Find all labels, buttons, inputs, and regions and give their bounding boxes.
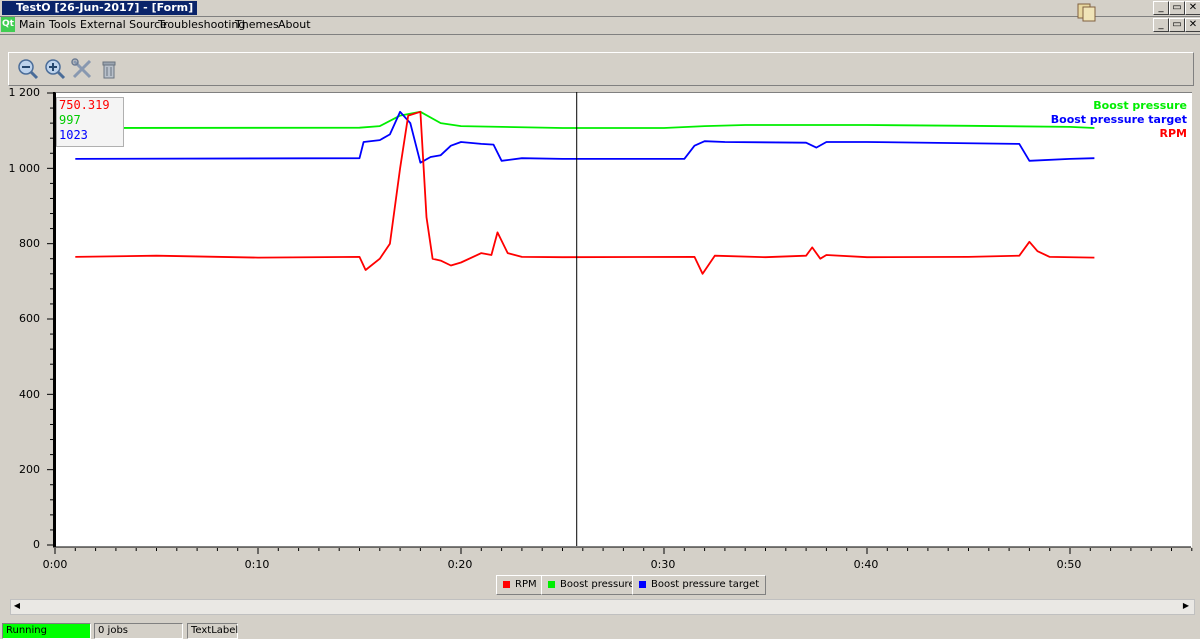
status-jobs: 0 jobs <box>94 623 183 639</box>
legend-toggle-boost[interactable]: Boost pressure <box>541 575 642 595</box>
horizontal-scrollbar[interactable] <box>10 599 1195 615</box>
legend-toggle-rpm[interactable]: RPM <box>496 575 544 595</box>
readout-rpm: 750.319 <box>59 98 110 112</box>
boost-target-line <box>75 110 1095 164</box>
legend-label-rpm: RPM <box>1159 127 1187 140</box>
legend-label-target: Boost pressure target <box>1050 113 1187 126</box>
legend-toggle-target-label: Boost pressure target <box>651 579 760 590</box>
target-swatch-icon <box>639 580 646 588</box>
legend-toggle-rpm-label: RPM <box>515 579 537 590</box>
scroll-left-icon[interactable]: ◀ <box>11 600 23 612</box>
readout-boost: 997 <box>59 113 81 127</box>
boost-swatch-icon <box>548 580 555 588</box>
boost-pressure-line <box>75 110 1095 129</box>
status-text-label: TextLabel <box>187 623 238 639</box>
chart-plot <box>47 92 1193 554</box>
status-running: Running <box>2 623 91 639</box>
rpm-swatch-icon <box>503 580 510 588</box>
cursor-readout: 750.319 997 1023 <box>56 97 124 147</box>
legend-toggle-target[interactable]: Boost pressure target <box>632 575 767 595</box>
legend-label-boost: Boost pressure <box>1093 99 1187 112</box>
legend-toggle-boost-label: Boost pressure <box>560 579 635 590</box>
rpm-line <box>75 110 1095 275</box>
readout-target: 1023 <box>59 128 88 142</box>
scroll-right-icon[interactable]: ▶ <box>1180 600 1192 612</box>
